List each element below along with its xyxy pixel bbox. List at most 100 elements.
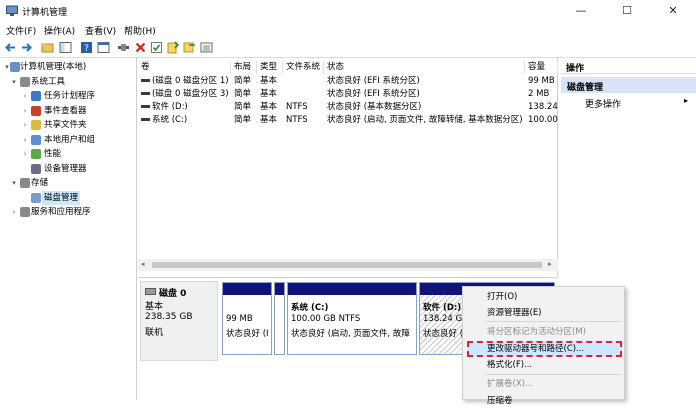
export-icon[interactable]	[183, 41, 196, 54]
shared-folder-icon	[31, 120, 41, 130]
minimize-button[interactable]: —	[558, 0, 604, 22]
check-icon[interactable]	[150, 41, 163, 54]
menu-help[interactable]: 帮助(H)	[124, 24, 156, 37]
partition-msr[interactable]	[274, 282, 285, 355]
disk-status: 联机	[145, 328, 164, 338]
collapse-arrow-icon[interactable]: ›	[21, 104, 29, 118]
partition-status: 状态良好 (I	[226, 329, 269, 339]
context-menu-item[interactable]: 资源管理器(E)	[463, 305, 624, 322]
volume-capacity: 99 MB	[525, 75, 558, 88]
cell-text: 简单	[234, 115, 252, 125]
volume-layout: 简单	[231, 88, 257, 101]
tree-item[interactable]: 磁盘管理	[0, 190, 137, 205]
context-menu-item[interactable]: 更改驱动器号和路径(C)...	[463, 341, 624, 358]
collapse-arrow-icon[interactable]: ›	[21, 133, 29, 147]
actions-section-title: 磁盘管理	[567, 83, 604, 93]
volume-layout: 简单	[231, 101, 257, 114]
window-title: 计算机管理	[22, 8, 68, 18]
list-view-icon[interactable]	[200, 41, 213, 54]
expand-arrow-icon[interactable]: ▾	[10, 75, 18, 89]
table-row[interactable]: 系统 (C:) 简单 基本 NTFS 状态良好 (启动, 页面文件, 故障转储, 基本数…	[138, 114, 558, 127]
help-icon[interactable]: ?	[80, 41, 93, 54]
partition-header	[275, 283, 284, 295]
context-menu-item[interactable]: 压缩卷	[463, 393, 624, 410]
tree-item[interactable]: › 事件查看器	[0, 104, 137, 118]
scrollbar-thumb[interactable]	[152, 262, 542, 268]
disk-type: 基本	[145, 302, 164, 312]
actions-title: 操作	[566, 64, 585, 74]
delete-icon[interactable]	[134, 41, 147, 54]
volume-name: 系统 (C:)	[138, 114, 231, 127]
collapse-arrow-icon[interactable]: ›	[21, 89, 29, 103]
volume-icon	[141, 79, 150, 82]
column-header-type[interactable]: 类型	[257, 61, 283, 74]
context-menu-item[interactable]: 扩展卷(X)...	[463, 376, 624, 393]
column-header-layout[interactable]: 布局	[231, 61, 257, 74]
tree-item[interactable]: › 任务计划程序	[0, 89, 137, 103]
tree-item[interactable]: ▾ 计算机管理(本地)	[0, 60, 137, 74]
partition-efi[interactable]: 99 MB 状态良好 (I	[222, 282, 272, 355]
tree-item[interactable]: › 性能	[0, 147, 137, 161]
tree-item[interactable]: ▾ 存储	[0, 176, 137, 190]
table-row[interactable]: (磁盘 0 磁盘分区 1) 简单 基本 状态良好 (EFI 系统分区) 99 MB	[138, 75, 558, 88]
tools-icon	[20, 76, 30, 87]
table-row[interactable]: 软件 (D:) 简单 基本 NTFS 状态良好 (基本数据分区) 138.24	[138, 101, 558, 114]
cell-text: 基本	[260, 115, 278, 125]
volume-layout: 简单	[231, 114, 257, 127]
back-arrow-icon[interactable]	[4, 41, 17, 54]
volume-name: 软件 (D:)	[138, 101, 231, 114]
tree-item-label: 事件查看器	[44, 105, 87, 116]
cell-text: 状态良好 (基本数据分区)	[327, 102, 422, 112]
cell-text: 99 MB	[528, 76, 555, 86]
partition-c[interactable]: 系统 (C:) 100.00 GB NTFS 状态良好 (启动, 页面文件, 故…	[287, 282, 417, 355]
volume-status: 状态良好 (EFI 系统分区)	[324, 88, 525, 101]
collapse-arrow-icon[interactable]: ›	[10, 205, 18, 219]
column-header-status[interactable]: 状态	[324, 61, 525, 74]
show-hide-tree-icon[interactable]	[59, 41, 72, 54]
up-folder-icon[interactable]	[41, 41, 54, 54]
actions-section[interactable]: 磁盘管理	[561, 77, 696, 93]
column-header-volume[interactable]: 卷	[138, 61, 231, 74]
connect-icon[interactable]	[117, 41, 130, 54]
collapse-arrow-icon[interactable]: ›	[21, 147, 29, 161]
refresh-icon[interactable]	[166, 41, 179, 54]
submenu-arrow-icon: ▸	[684, 96, 689, 105]
disk-name: 磁盘 0	[159, 289, 187, 299]
event-viewer-icon	[31, 105, 41, 116]
partition-label: 系统 (C:)	[291, 303, 329, 313]
tree-item-label: 系统工具	[31, 76, 66, 87]
disk-info[interactable]: 磁盘 0 基本 238.35 GB 联机	[140, 281, 218, 361]
more-actions-link[interactable]: 更多操作	[585, 97, 621, 110]
scroll-left-icon[interactable]: ◂	[141, 260, 145, 268]
menu-file[interactable]: 文件(F)	[6, 24, 36, 37]
horizontal-scrollbar[interactable]: ◂ ▸	[138, 259, 558, 271]
column-header-filesystem[interactable]: 文件系统	[283, 61, 324, 74]
tree-item[interactable]: 设备管理器	[0, 162, 137, 176]
context-menu-item[interactable]: 格式化(F)...	[463, 357, 624, 374]
volume-icon	[141, 105, 150, 108]
expand-arrow-icon[interactable]: ▾	[10, 176, 18, 190]
context-menu-item[interactable]: 打开(O)	[463, 289, 624, 306]
context-menu-item[interactable]: 将分区标记为活动分区(M)	[463, 324, 624, 341]
menu-view[interactable]: 查看(V)	[85, 24, 116, 37]
collapse-arrow-icon[interactable]: ›	[21, 118, 29, 132]
tree-item[interactable]: › 服务和应用程序	[0, 205, 137, 219]
tree-item[interactable]: › 共享文件夹	[0, 118, 137, 132]
maximize-button[interactable]: ☐	[604, 0, 650, 22]
computer-management-icon	[6, 5, 18, 16]
forward-arrow-icon[interactable]	[20, 41, 33, 54]
volume-type: 基本	[257, 114, 283, 127]
partition-header	[288, 283, 416, 295]
tree-item[interactable]: ▾ 系统工具	[0, 75, 137, 89]
menu-bar: 文件(F) 操作(A) 查看(V) 帮助(H)	[0, 22, 696, 38]
column-header-capacity[interactable]: 容量	[525, 61, 558, 74]
tree-item-label: 本地用户和组	[44, 134, 96, 145]
cell-text: 基本	[260, 89, 278, 99]
table-row[interactable]: (磁盘 0 磁盘分区 3) 简单 基本 状态良好 (EFI 系统分区) 2 MB	[138, 88, 558, 101]
menu-action[interactable]: 操作(A)	[44, 24, 75, 37]
close-button[interactable]: ✕	[650, 0, 696, 22]
tree-item[interactable]: › 本地用户和组	[0, 133, 137, 147]
scroll-right-icon[interactable]: ▸	[548, 260, 552, 268]
disk-size: 238.35 GB	[145, 312, 193, 322]
properties-icon[interactable]	[97, 41, 110, 54]
